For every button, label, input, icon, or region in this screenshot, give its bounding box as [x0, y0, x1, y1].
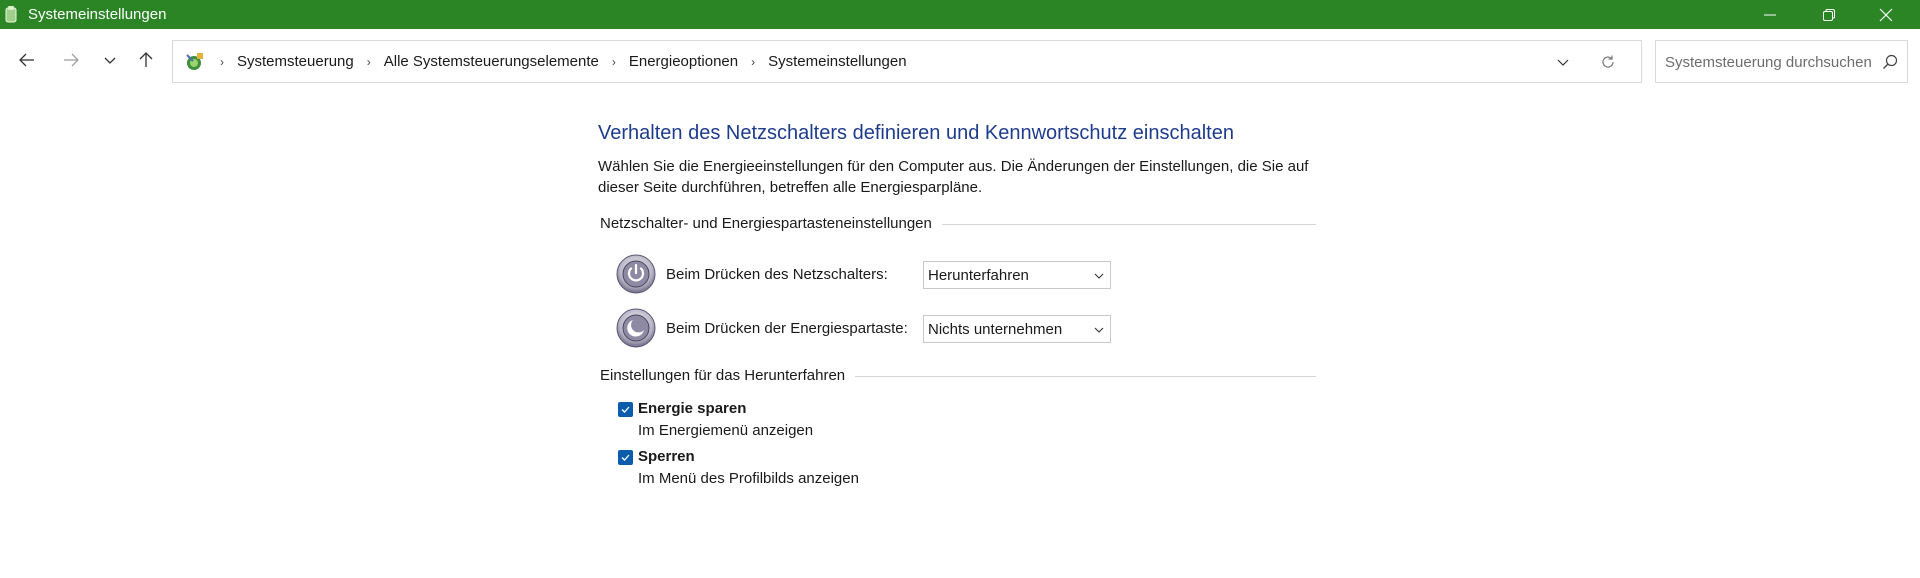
refresh-icon	[1602, 55, 1614, 68]
breadcrumb-item-alle-elemente[interactable]: Alle Systemsteuerungselemente	[384, 53, 599, 70]
chevron-down-icon	[1557, 59, 1569, 66]
restore-button[interactable]	[1801, 0, 1857, 29]
forward-arrow-icon	[64, 53, 79, 67]
power-button-label: Beim Drücken des Netzschalters:	[666, 266, 888, 283]
chevron-right-icon: ›	[220, 54, 224, 69]
power-button-icon	[616, 254, 656, 294]
back-button[interactable]	[12, 45, 42, 75]
search-input[interactable]	[1665, 52, 1875, 72]
page-description: Wählen Sie die Energieeinstellungen für …	[598, 158, 1309, 196]
breadcrumb-item-energieoptionen[interactable]: Energieoptionen	[629, 53, 738, 70]
address-history-button[interactable]	[1553, 52, 1573, 72]
lock-option-subtitle: Im Menü des Profilbilds anzeigen	[638, 470, 859, 487]
power-button-setting: Beim Drücken des Netzschalters: Herunter…	[616, 253, 1136, 297]
chevron-right-icon[interactable]: ›	[608, 55, 620, 69]
address-bar[interactable]: › Systemsteuerung › Alle Systemsteuerung…	[172, 40, 1642, 83]
checkmark-icon	[621, 406, 630, 413]
breadcrumb-item-systemeinstellungen[interactable]: Systemeinstellungen	[768, 53, 906, 70]
search-box[interactable]	[1655, 40, 1908, 83]
chevron-right-icon[interactable]: ›	[747, 55, 759, 69]
lock-checkbox[interactable]	[618, 450, 633, 465]
select-value: Herunterfahren	[928, 267, 1029, 284]
recent-locations-button[interactable]	[95, 45, 125, 75]
breadcrumb-item-systemsteuerung[interactable]: Systemsteuerung	[237, 53, 354, 70]
chevron-down-icon	[1094, 273, 1104, 279]
sleep-button-icon	[616, 308, 656, 348]
group-header-label: Einstellungen für das Herunterfahren	[600, 367, 846, 384]
up-arrow-icon	[139, 52, 153, 67]
lock-option-title[interactable]: Sperren	[638, 448, 695, 465]
sleep-checkbox[interactable]	[618, 402, 633, 417]
page-title: Verhalten des Netzschalters definieren u…	[598, 122, 1234, 144]
control-panel-icon	[186, 53, 203, 70]
close-icon	[1879, 8, 1893, 21]
control-panel-icon	[5, 6, 17, 23]
search-icon[interactable]	[1881, 53, 1899, 71]
sleep-button-action-select[interactable]: Nichts unternehmen	[923, 315, 1111, 343]
checkmark-icon	[621, 454, 630, 461]
sleep-option-title[interactable]: Energie sparen	[638, 400, 746, 417]
divider	[855, 376, 1316, 377]
sleep-button-setting: Beim Drücken der Energiespartaste: Nicht…	[616, 307, 1136, 351]
minimize-icon	[1764, 14, 1776, 15]
close-button[interactable]	[1858, 0, 1914, 29]
forward-button[interactable]	[56, 45, 86, 75]
refresh-button[interactable]	[1598, 52, 1618, 72]
back-arrow-icon	[19, 53, 34, 67]
title-bar: Systemeinstellungen	[0, 0, 1920, 29]
sleep-button-label: Beim Drücken der Energiespartaste:	[666, 320, 908, 337]
group-header-label: Netzschalter- und Energiespartasteneinst…	[600, 215, 932, 232]
divider	[941, 224, 1316, 225]
up-button[interactable]	[131, 45, 161, 75]
select-value: Nichts unternehmen	[928, 321, 1063, 338]
breadcrumb: › Systemsteuerung › Alle Systemsteuerung…	[207, 53, 907, 70]
power-buttons-group-header: Netzschalter- und Energiespartasteneinst…	[600, 215, 1316, 232]
minimize-button[interactable]	[1742, 0, 1798, 29]
chevron-down-icon	[1094, 327, 1104, 333]
shutdown-settings-group-header: Einstellungen für das Herunterfahren	[600, 367, 1316, 384]
chevron-down-icon	[104, 57, 116, 64]
chevron-right-icon[interactable]: ›	[363, 55, 375, 69]
sleep-option-subtitle: Im Energiemenü anzeigen	[638, 422, 814, 439]
restore-icon	[1823, 8, 1835, 21]
window-title: Systemeinstellungen	[28, 6, 167, 23]
power-button-action-select[interactable]: Herunterfahren	[923, 261, 1111, 289]
